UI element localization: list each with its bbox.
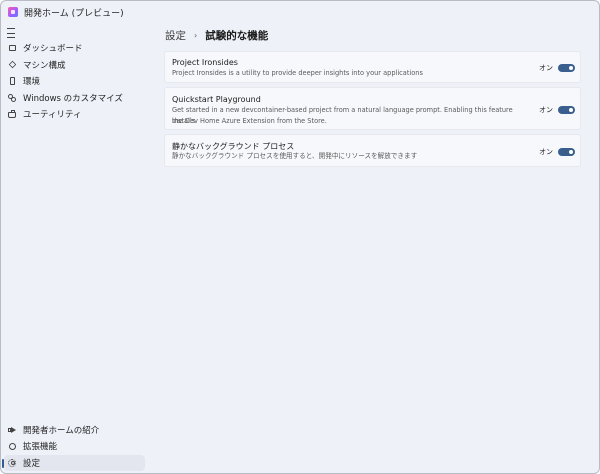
toggle-state-label: オン (539, 106, 553, 114)
toggle-knob (569, 150, 573, 154)
feature-toggle-group: オン (539, 63, 575, 73)
feature-title: Quickstart Playground (172, 95, 261, 104)
gear-icon (8, 458, 16, 467)
environment-icon (8, 77, 16, 86)
toggle-state-label: オン (539, 64, 553, 72)
extensions-icon (8, 442, 16, 450)
sidebar-footer-nav: 開発者ホームの紹介 拡張機能 設定 (1, 422, 145, 471)
sidebar-item-label: 設定 (23, 458, 41, 469)
toggle-knob (569, 108, 573, 112)
chevron-right-icon: › (194, 31, 198, 40)
sidebar-item-extensions[interactable]: 拡張機能 (4, 438, 145, 455)
feature-card-quickstart-playground: Quickstart Playground Get started in a n… (164, 87, 581, 130)
sidebar-item-windows-customization[interactable]: Windows のカスタマイズ (4, 90, 145, 107)
breadcrumb-settings-link[interactable]: 設定 (165, 28, 186, 43)
feature-card-quiet-background-processes: 静かなバックグラウンド プロセス 静かなバックグラウンド プロセスを使用すると、… (164, 134, 581, 167)
sidebar-item-utilities[interactable]: ユーティリティ (4, 106, 145, 123)
sidebar-item-label: Windows のカスタマイズ (23, 93, 123, 104)
sidebar-nav: ダッシュボード マシン構成 環境 Windows のカスタマイズ ユーティリティ (1, 40, 145, 123)
sidebar-item-label: ユーティリティ (23, 110, 82, 121)
toggle-state-label: オン (539, 148, 553, 156)
quickstart-playground-toggle[interactable] (558, 106, 575, 114)
sidebar: ダッシュボード マシン構成 環境 Windows のカスタマイズ ユーティリティ (1, 23, 151, 473)
sidebar-item-label: 環境 (23, 77, 41, 88)
feature-toggle-group: オン (539, 105, 575, 115)
utilities-icon (8, 110, 16, 119)
windows-customization-icon (8, 93, 16, 102)
hamburger-menu-icon[interactable] (7, 27, 21, 39)
dev-home-app-icon (8, 7, 18, 17)
sidebar-item-machine-config[interactable]: マシン構成 (4, 57, 145, 74)
announcement-icon (8, 426, 16, 434)
sidebar-item-label: ダッシュボード (23, 44, 83, 55)
feature-description: 静かなバックグラウンド プロセスを使用すると、開発中にリソースを解放できます (172, 152, 418, 160)
project-ironsides-toggle[interactable] (558, 64, 575, 72)
feature-description-line2: the Dev Home Azure Extension from the St… (172, 116, 327, 125)
feature-title: Project Ironsides (172, 58, 238, 67)
sidebar-item-label: 開発者ホームの紹介 (23, 425, 100, 436)
feature-card-project-ironsides: Project Ironsides Project Ironsides is a… (164, 51, 581, 83)
sidebar-item-settings[interactable]: 設定 (2, 454, 145, 471)
quiet-background-processes-toggle[interactable] (558, 148, 575, 156)
dashboard-icon (8, 44, 16, 52)
sidebar-item-label: マシン構成 (23, 60, 66, 71)
app-window: 開発ホーム (プレビュー) ダッシュボード マシン構成 環境 Windows の… (0, 0, 600, 474)
sidebar-item-dashboard[interactable]: ダッシュボード (4, 40, 145, 57)
feature-toggle-group: オン (539, 147, 575, 157)
feature-description: Project Ironsides is a utility to provid… (172, 69, 423, 77)
title-bar: 開発ホーム (プレビュー) (1, 1, 599, 23)
sidebar-item-whats-new[interactable]: 開発者ホームの紹介 (4, 422, 145, 439)
window-title: 開発ホーム (プレビュー) (24, 8, 124, 19)
sidebar-item-environments[interactable]: 環境 (4, 73, 145, 90)
breadcrumb: 設定 › 試験的な機能 (165, 28, 268, 43)
page-title: 試験的な機能 (205, 30, 269, 42)
toggle-knob (569, 66, 573, 70)
sidebar-item-label: 拡張機能 (23, 442, 58, 453)
machine-config-icon (8, 61, 16, 69)
main-content: 設定 › 試験的な機能 Project Ironsides Project Ir… (164, 23, 581, 473)
